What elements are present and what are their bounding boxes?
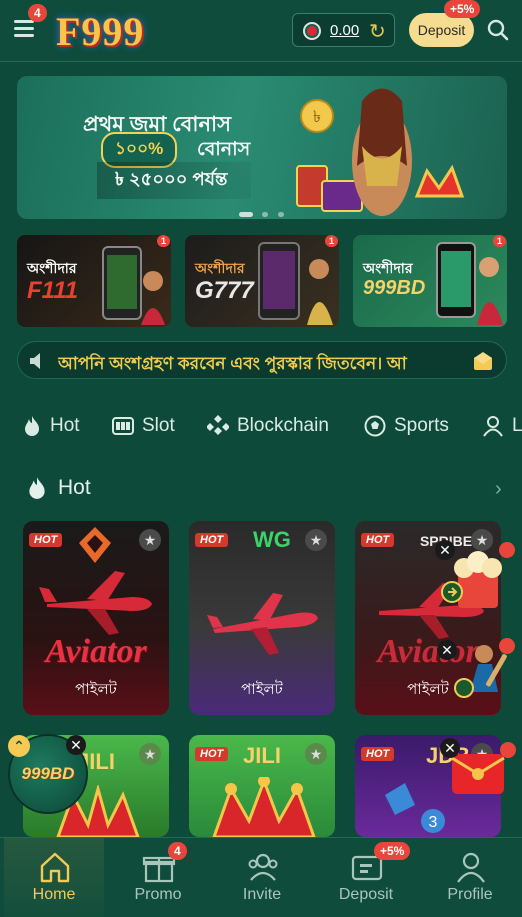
close-icon[interactable]: ✕ xyxy=(435,540,455,560)
hot-tag: HOT xyxy=(29,533,63,547)
provider-logo xyxy=(79,527,111,563)
user-icon xyxy=(457,852,485,883)
partner-badge: 1 xyxy=(325,235,339,247)
banner-dot-active[interactable] xyxy=(239,212,253,218)
search-icon[interactable] xyxy=(486,18,510,42)
users-icon xyxy=(248,853,278,881)
partner-badge: 1 xyxy=(493,235,507,247)
tab-sports[interactable]: Sports xyxy=(364,415,449,437)
svg-text:৳: ৳ xyxy=(313,109,321,126)
game-card-wg-pilot[interactable]: HOT WG ★ পাইলট xyxy=(189,521,335,715)
favorite-star-icon[interactable]: ★ xyxy=(305,529,327,551)
game-title: Aviator xyxy=(45,633,147,670)
partner-badge: 1 xyxy=(157,235,171,247)
promo-cricket-image[interactable] xyxy=(450,632,518,698)
partner-card-999bd[interactable]: অংশীদার 999BD 1 xyxy=(353,235,507,327)
tab-label: L xyxy=(512,415,522,436)
close-icon[interactable]: ✕ xyxy=(440,738,460,758)
close-icon[interactable]: ✕ xyxy=(437,640,457,660)
banner-dot[interactable] xyxy=(262,212,269,218)
blockchain-icon xyxy=(207,415,229,435)
flame-icon xyxy=(25,416,39,436)
deposit-button[interactable]: Deposit xyxy=(409,13,474,47)
announcement-marquee[interactable]: আপনি অংশগ্রহণ করবেন এবং পুরস্কার জিতবেন।… xyxy=(17,341,507,379)
wallet-balance[interactable]: 0.00 ↻ xyxy=(292,13,395,47)
site-logo[interactable]: F999 xyxy=(56,8,144,55)
game-card-aviator[interactable]: HOT ★ Aviator পাইলট xyxy=(23,521,169,715)
soccer-ball-icon xyxy=(364,415,386,437)
nav-label: Home xyxy=(32,886,76,903)
menu-badge: 4 xyxy=(28,4,47,22)
favorite-star-icon[interactable]: ★ xyxy=(139,529,161,551)
nav-label: Promo xyxy=(134,886,182,903)
mail-icon[interactable] xyxy=(473,351,493,371)
partner-card-f111[interactable]: অংশীদার F111 1 xyxy=(17,235,171,327)
jester-hat-image xyxy=(212,777,316,837)
nav-invite[interactable]: Invite xyxy=(210,838,314,917)
floater-label: 999BD xyxy=(21,764,75,783)
partner-name: F111 xyxy=(27,277,79,304)
close-icon[interactable]: ✕ xyxy=(66,735,86,755)
nav-label: Deposit xyxy=(338,886,394,903)
banner-pagination xyxy=(239,206,289,219)
tab-hot[interactable]: Hot xyxy=(22,415,80,437)
announcement-text: আপনি অংশগ্রহণ করবেন এবং পুরস্কার জিতবেন।… xyxy=(58,354,407,373)
partner-phone-image xyxy=(102,246,165,325)
category-tabs: Hot Slot Blockchain Sports L xyxy=(0,405,522,449)
home-icon xyxy=(40,852,70,883)
airplane-icon xyxy=(39,571,152,635)
airplane-icon xyxy=(207,593,318,655)
favorite-star-icon[interactable]: ★ xyxy=(139,743,161,765)
promo-banner[interactable]: ৳ প্রথম জমা বোনাস ১০০% বোনাস ৳ ২৫০০০ পর্… xyxy=(17,76,507,219)
nav-profile[interactable]: Profile xyxy=(418,838,522,917)
partner-name: G777 xyxy=(195,277,254,304)
tab-label: Sports xyxy=(394,415,449,436)
nav-deposit[interactable]: Deposit +5% xyxy=(314,838,418,917)
refresh-icon[interactable]: ↻ xyxy=(369,19,386,44)
speaker-icon xyxy=(30,353,40,369)
banner-max-amount: ৳ ২৫০০০ পর্যন্ত xyxy=(97,162,252,199)
banner-dot[interactable] xyxy=(277,212,284,218)
nav-home[interactable]: Home xyxy=(2,838,106,917)
nav-label: Invite xyxy=(242,886,282,903)
game-card-jili-2[interactable]: HOT JILI ★ xyxy=(189,735,335,837)
banner-illustration: ৳ xyxy=(296,88,465,216)
svg-text:3: 3 xyxy=(429,814,438,831)
partner-phone-image xyxy=(436,242,503,325)
nav-label: Profile xyxy=(447,886,493,903)
deposit-bonus-badge: +5% xyxy=(444,0,481,18)
partner-phone-image xyxy=(258,242,333,325)
balance-value: 0.00 xyxy=(330,22,360,39)
partner-card-g777[interactable]: অংশীদার G777 1 xyxy=(185,235,339,327)
slot-machine-icon xyxy=(112,417,134,435)
partner-name: 999BD xyxy=(363,277,426,299)
tab-slot[interactable]: Slot xyxy=(112,415,175,437)
bangladesh-flag-icon xyxy=(303,22,321,40)
tab-blockchain[interactable]: Blockchain xyxy=(207,415,329,437)
chevron-right-icon[interactable]: › xyxy=(495,478,502,501)
promo-badge: 4 xyxy=(168,842,187,860)
tab-label: Slot xyxy=(142,415,175,436)
section-header: Hot xyxy=(26,476,91,500)
tab-live[interactable]: L xyxy=(482,415,522,437)
chevron-up-icon[interactable]: ⌃ xyxy=(8,735,30,757)
bottom-navigation: Home Promo 4 Invite Deposit +5% Profile xyxy=(0,837,522,917)
top-bar: 4 F999 0.00 ↻ Deposit +5% xyxy=(0,0,522,62)
game-label: পাইলট xyxy=(241,681,283,698)
flame-icon xyxy=(29,477,45,499)
live-dealer-icon xyxy=(483,416,503,437)
deposit-nav-badge: +5% xyxy=(374,842,411,860)
section-title: Hot xyxy=(58,476,91,499)
nav-promo[interactable]: Promo 4 xyxy=(106,838,210,917)
game-label: পাইলট xyxy=(75,681,117,698)
tab-label: Hot xyxy=(50,415,80,436)
favorite-star-icon[interactable]: ★ xyxy=(305,743,327,765)
tab-label: Blockchain xyxy=(237,415,329,436)
